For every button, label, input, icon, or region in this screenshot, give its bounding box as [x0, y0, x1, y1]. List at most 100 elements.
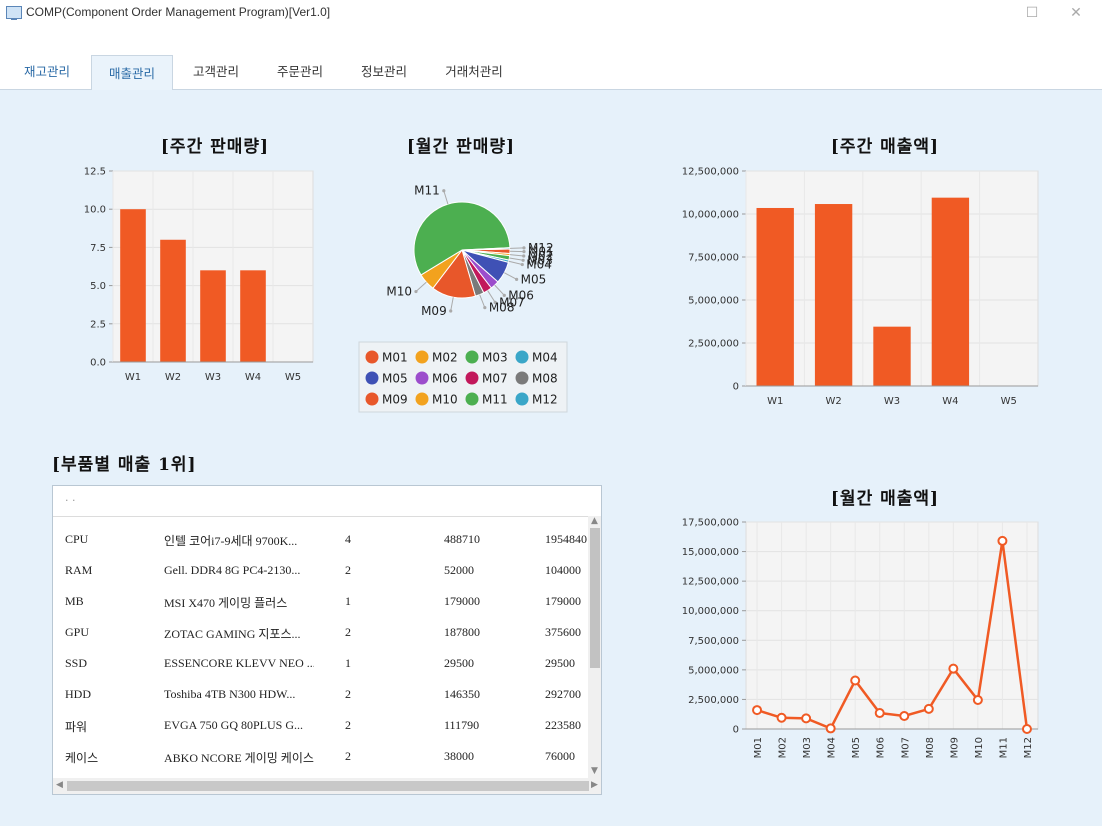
y-tick-label: 0.0 [90, 358, 106, 369]
table-cell: 375600 [545, 625, 581, 639]
x-tick-label: W5 [285, 372, 301, 383]
y-tick-label: 2,500,000 [688, 339, 739, 350]
x-tick-label: W3 [884, 396, 900, 407]
table-cell: 파워 [65, 720, 88, 734]
x-tick-label: M05 [851, 737, 862, 758]
horizontal-scroll-thumb[interactable] [67, 781, 589, 791]
table-row[interactable]: 파워 EVGA 750 GQ 80PLUS G... 2 111790 223580 [53, 710, 588, 741]
table-row[interactable]: CPU 인텔 코어i7-9세대 9700K... 4 488710 1954840 [53, 524, 588, 555]
y-tick-label: 7,500,000 [688, 253, 739, 264]
bar [814, 204, 853, 386]
bar [873, 326, 911, 386]
table-cell: GPU [65, 625, 90, 639]
label-dot [449, 309, 453, 313]
table-cell: ABKO NCORE 게이밍 케이스... [164, 751, 314, 765]
table-cell: 111790 [444, 718, 480, 732]
label-dot [522, 254, 526, 258]
table-cell: 52000 [444, 563, 474, 577]
table-row[interactable]: HDD Toshiba 4TB N300 HDW... 2 146350 292700 [53, 679, 588, 710]
data-point [874, 708, 885, 719]
vertical-scroll-thumb[interactable] [590, 528, 600, 668]
slice-label: M10 [386, 285, 412, 299]
table-cell: 104000 [545, 563, 581, 577]
table-cell: Gell. DDR4 8G PC4-2130... [164, 563, 301, 577]
horizontal-scrollbar[interactable]: ◀ ▶ [53, 778, 601, 794]
table-cell: 1954840 [545, 532, 587, 546]
y-tick-label: 5,000,000 [688, 296, 739, 307]
tab-orders[interactable]: 주문관리 [264, 54, 336, 88]
window-title: COMP(Component Order Management Program)… [26, 5, 331, 19]
x-tick-label: W1 [767, 396, 783, 407]
label-dot [520, 262, 524, 267]
table-row[interactable]: GPU ZOTAC GAMING 지포스... 2 187800 375600 [53, 617, 588, 648]
window-titlebar: COMP(Component Order Management Program)… [0, 0, 1102, 28]
bar [120, 209, 146, 362]
tab-customers[interactable]: 고객관리 [180, 54, 252, 88]
tab-inventory[interactable]: 재고관리 [10, 54, 84, 88]
legend-swatch [415, 371, 429, 385]
table-cell: 29500 [444, 656, 474, 670]
slice-label: M12 [528, 241, 554, 255]
slice-label: M08 [489, 301, 515, 315]
label-leader [443, 190, 449, 205]
vertical-scrollbar[interactable]: ▲ ▼ [588, 516, 601, 778]
x-tick-label: W2 [165, 372, 181, 383]
monthly-count-pie-chart: M01M02M03M04M05M06M07M08M09M10M11M12M01 M… [358, 184, 568, 413]
table-cell: MB [65, 594, 84, 608]
label-dot [483, 306, 487, 310]
table-row[interactable]: SSD ESSENCORE KLEVV NEO ... 1 29500 29500 [53, 648, 588, 679]
monthly-sales-chart: 0 2,500,000 5,000,000 7,500,000 10,000,000 12… [682, 518, 1039, 758]
data-point [776, 712, 787, 723]
table-row[interactable]: 케이스 ABKO NCORE 게이밍 케이스... 2 38000 76000 [53, 741, 588, 772]
table-row[interactable]: MB MSI X470 게이밍 플러스 1 179000 179000 [53, 586, 588, 617]
legend-label: M08 [532, 372, 558, 386]
tab-vendors[interactable]: 거래처관리 [432, 54, 516, 88]
table-cell: Toshiba 4TB N300 HDW... [164, 687, 296, 701]
slice-label: M04 [526, 258, 552, 272]
x-tick-label: M12 [1023, 737, 1034, 758]
table-cell: 인텔 코어i7-9세대 9700K... [164, 534, 298, 548]
legend-label: M11 [482, 393, 508, 407]
scroll-left-icon[interactable]: ◀ [56, 780, 63, 790]
label-dot [442, 189, 446, 193]
y-tick-label: 2,500,000 [688, 695, 739, 706]
table-cell: 29500 [545, 656, 575, 670]
table-cell: 146350 [444, 687, 480, 701]
table-cell: EVGA 750 GQ 80PLUS G... [164, 718, 304, 732]
x-tick-label: M02 [778, 737, 789, 758]
x-tick-label: W4 [245, 372, 261, 383]
slice-label: M05 [521, 272, 547, 286]
table-cell: 38000 [444, 749, 474, 763]
y-tick-label: 2.5 [90, 319, 106, 330]
scroll-up-icon[interactable]: ▲ [591, 516, 598, 526]
label-leader [509, 257, 524, 261]
maximize-button[interactable]: ☐ [1022, 3, 1042, 23]
data-point [899, 710, 910, 721]
label-dot [522, 246, 526, 250]
header-cell: · · [65, 494, 76, 507]
scroll-down-icon[interactable]: ▼ [591, 766, 598, 776]
slice-label: M11 [414, 184, 440, 198]
label-leader [450, 297, 454, 312]
bar [240, 270, 266, 362]
scroll-right-icon[interactable]: ▶ [591, 780, 598, 790]
tab-sales[interactable]: 매출관리 [91, 55, 173, 91]
x-tick-label: M09 [949, 737, 960, 758]
label-dot [522, 250, 526, 254]
legend-swatch [465, 392, 479, 406]
table-cell: ZOTAC GAMING 지포스... [164, 627, 301, 641]
close-button[interactable]: ✕ [1066, 3, 1086, 23]
legend-swatch [365, 371, 379, 385]
tab-info[interactable]: 정보관리 [348, 54, 420, 88]
y-tick-label: 15,000,000 [682, 547, 739, 558]
table-row[interactable]: RAM Gell. DDR4 8G PC4-2130... 2 52000 104000 [53, 555, 588, 586]
x-tick-label: M11 [998, 737, 1009, 758]
data-point [1021, 724, 1032, 734]
x-tick-label: M01 [753, 737, 764, 758]
table-cell: 2 [345, 625, 351, 639]
y-tick-label: 5,000,000 [688, 665, 739, 676]
table-cell: 488710 [444, 532, 480, 546]
table-cell: 4 [345, 532, 351, 546]
table-cell: 2 [345, 687, 351, 701]
y-tick-label: 0 [733, 382, 739, 393]
